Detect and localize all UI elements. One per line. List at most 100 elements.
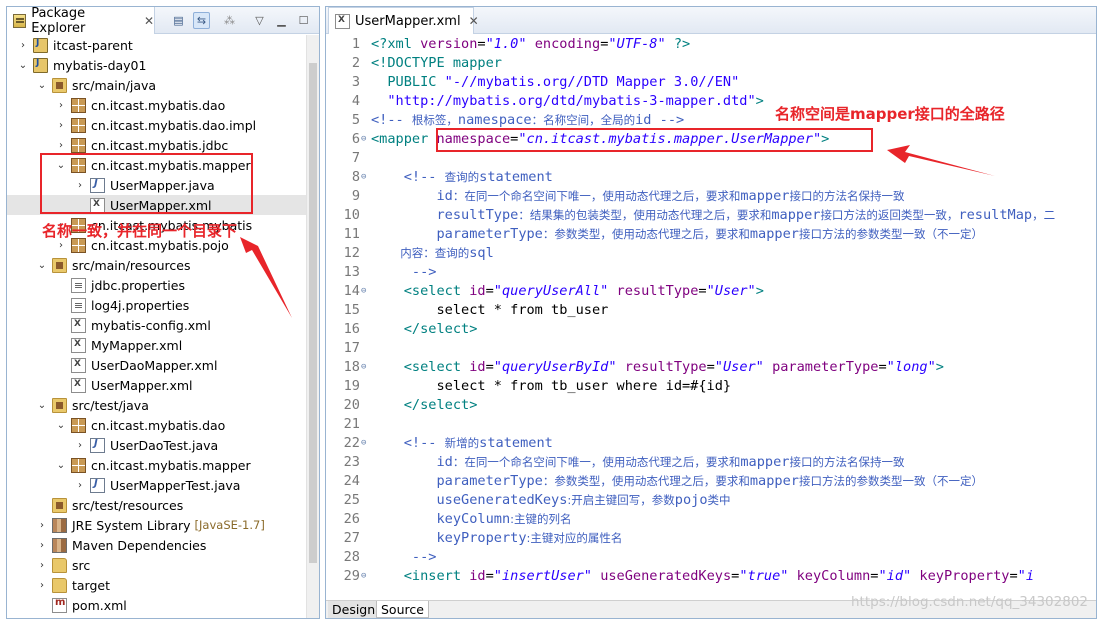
fold-toggle-icon[interactable]: ⊖ <box>361 434 369 453</box>
tree-item[interactable]: MyMapper.xml <box>7 335 306 355</box>
minimize-icon[interactable]: ▁ <box>273 12 290 29</box>
chevron-right-icon[interactable]: › <box>55 140 67 151</box>
line-number: 5 <box>351 112 360 128</box>
tree-item[interactable]: jdbc.properties <box>7 275 306 295</box>
chevron-right-icon[interactable]: › <box>55 100 67 111</box>
chevron-right-icon[interactable]: › <box>17 40 29 51</box>
view-menu-icon[interactable]: ▽ <box>251 12 268 29</box>
link-with-editor-icon[interactable]: ⇆ <box>193 12 210 29</box>
code-token: "long" <box>886 359 936 375</box>
line-number: 28 <box>343 549 360 565</box>
fold-toggle-icon[interactable]: ⊖ <box>361 168 369 187</box>
tree-scrollbar-thumb[interactable] <box>309 63 317 563</box>
fold-toggle-icon[interactable]: ⊖ <box>361 282 369 301</box>
close-icon[interactable]: ✕ <box>144 14 154 28</box>
code-token: ?> <box>665 36 691 52</box>
line-number: 11 <box>343 226 360 242</box>
tree-item[interactable]: › UserMapperTest.java <box>7 475 306 495</box>
code-token: PUBLIC <box>371 74 445 90</box>
maximize-icon[interactable]: ☐ <box>295 12 312 29</box>
tree-item[interactable]: › UserDaoTest.java <box>7 435 306 455</box>
tab-source[interactable]: Source <box>376 601 429 618</box>
tree-item[interactable]: › cn.itcast.mybatis.jdbc <box>7 135 306 155</box>
xml-file-icon <box>71 357 86 373</box>
fold-toggle-icon[interactable]: ⊖ <box>361 358 369 377</box>
code-text: <select id="queryUserAll" resultType="Us… <box>371 282 764 301</box>
tree-item[interactable]: ⌄ src/main/java <box>7 75 306 95</box>
chevron-down-icon[interactable]: ⌄ <box>55 420 67 431</box>
chevron-right-icon[interactable]: › <box>36 520 48 531</box>
code-line: 22 ⊖ <!-- 新增的statement <box>326 434 1096 453</box>
code-token: = <box>1009 568 1018 584</box>
chevron-right-icon[interactable]: › <box>74 480 86 491</box>
chevron-right-icon[interactable]: › <box>36 580 48 591</box>
java-file-icon <box>90 437 105 453</box>
package-explorer-tab[interactable]: Package Explorer ✕ <box>7 6 155 36</box>
library-icon <box>52 517 67 533</box>
tree-item[interactable]: pom.xml <box>7 595 306 615</box>
line-number: 6 <box>351 131 360 147</box>
code-token: = <box>698 283 707 299</box>
chevron-right-icon[interactable]: › <box>36 560 48 571</box>
code-token: :主键对应的属性名 <box>526 531 623 545</box>
chevron-down-icon[interactable]: ⌄ <box>36 260 48 271</box>
fold-toggle-icon[interactable]: ⊖ <box>361 130 369 149</box>
tree-item[interactable]: mybatis-config.xml <box>7 315 306 335</box>
code-token: ：参数类型，使用动态代理之后，要求和 <box>542 474 750 488</box>
focus-icon[interactable]: ⁂ <box>221 12 238 29</box>
properties-file-icon <box>71 277 86 293</box>
tree-item[interactable]: log4j.properties <box>7 295 306 315</box>
code-token: select * from tb_user <box>371 302 609 318</box>
code-line: 21 <box>326 415 1096 434</box>
tree-item[interactable]: › Maven Dependencies <box>7 535 306 555</box>
tree-item[interactable]: › JRE System Library [JavaSE-1.7] <box>7 515 306 535</box>
chevron-right-icon[interactable]: › <box>36 540 48 551</box>
chevron-right-icon[interactable]: › <box>55 120 67 131</box>
chevron-down-icon[interactable]: ⌄ <box>36 80 48 91</box>
tree-item-label: target <box>72 577 111 593</box>
fold-toggle-icon[interactable]: ⊖ <box>361 567 369 586</box>
line-number: 9 <box>351 188 360 204</box>
package-icon <box>71 117 86 133</box>
code-token: mapper <box>740 188 790 204</box>
code-text: --> <box>371 263 437 282</box>
tree-item[interactable]: › src <box>7 555 306 575</box>
line-number: 8 <box>351 169 360 185</box>
editor-tab-usermapper-xml[interactable]: UserMapper.xml ✕ <box>328 7 479 34</box>
tree-item[interactable]: UserDaoMapper.xml <box>7 355 306 375</box>
tree-item[interactable]: ⌄ src/main/resources <box>7 255 306 275</box>
folder-icon <box>52 557 67 573</box>
tree-item[interactable]: ⌄ mybatis-day01 <box>7 55 306 75</box>
tree-item[interactable]: UserMapper.xml <box>7 375 306 395</box>
tree-item[interactable]: ⌄ cn.itcast.mybatis.mapper <box>7 455 306 475</box>
code-line: 23 id：在同一个命名空间下唯一，使用动态代理之后，要求和mapper接口的方… <box>326 453 1096 472</box>
close-icon[interactable]: ✕ <box>469 14 479 28</box>
code-token: ：名称空间，全局的 <box>531 113 636 127</box>
line-number: 15 <box>343 302 360 318</box>
code-token: parameterType <box>371 226 543 242</box>
tree-item[interactable]: › target <box>7 575 306 595</box>
code-line: 8 ⊖ <!-- 查询的statement <box>326 168 1096 187</box>
tree-scrollbar[interactable] <box>306 35 319 618</box>
tree-item[interactable]: ⌄ src/test/java <box>7 395 306 415</box>
tree-item[interactable]: › cn.itcast.mybatis.dao <box>7 95 306 115</box>
chevron-right-icon[interactable]: › <box>74 440 86 451</box>
chevron-down-icon[interactable]: ⌄ <box>36 400 48 411</box>
tree-item[interactable]: ⌄ cn.itcast.mybatis.dao <box>7 415 306 435</box>
chevron-down-icon[interactable]: ⌄ <box>17 60 29 71</box>
line-number: 19 <box>343 378 360 394</box>
code-line: 9 id：在同一个命名空间下唯一，使用动态代理之后，要求和mapper接口的方法… <box>326 187 1096 206</box>
tree-item[interactable]: › cn.itcast.mybatis.dao.impl <box>7 115 306 135</box>
code-token: = <box>878 359 887 375</box>
tree-item[interactable]: › itcast-parent <box>7 35 306 55</box>
package-explorer-tabbar: Package Explorer ✕ ▤ ⇆ ⁂ ▽ ▁ ☐ <box>7 6 319 36</box>
collapse-all-icon[interactable]: ▤ <box>170 12 187 29</box>
project-icon <box>33 37 48 53</box>
tab-design[interactable]: Design <box>328 601 381 618</box>
chevron-down-icon[interactable]: ⌄ <box>55 460 67 471</box>
package-icon <box>71 417 86 433</box>
chevron-right-icon[interactable]: › <box>55 240 67 251</box>
line-number: 26 <box>343 511 360 527</box>
tree-item[interactable]: src/test/resources <box>7 495 306 515</box>
